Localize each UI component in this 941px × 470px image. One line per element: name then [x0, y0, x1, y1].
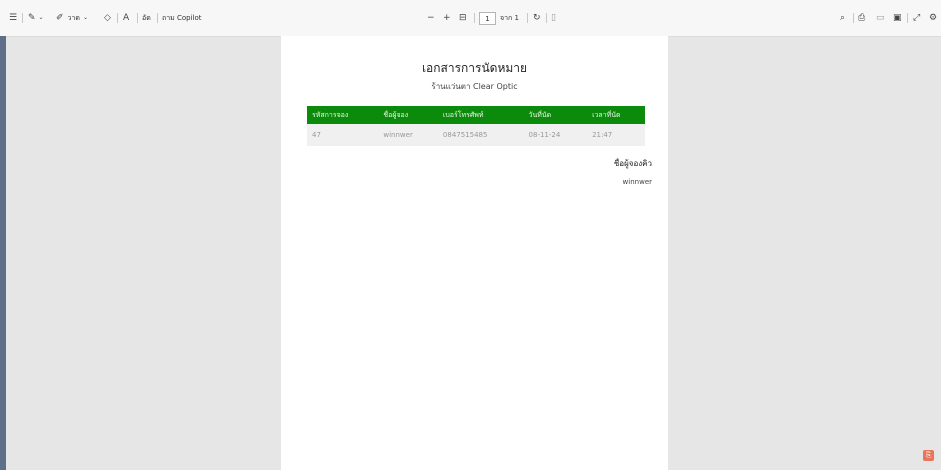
settings-button[interactable]: ⚙	[929, 0, 937, 36]
erase-button[interactable]: ◇	[104, 0, 111, 36]
table-header-row: รหัสการจอง ชื่อผู้จอง เบอร์โทรศัพท์ วันท…	[307, 106, 645, 124]
cell-phone: 0847515485	[437, 124, 524, 146]
cell-date: 08-11-24	[523, 124, 588, 146]
queue-name: winnwer	[622, 178, 652, 186]
document-title: เอกสารการนัดหมาย	[421, 61, 528, 75]
page-total: จาก 1	[500, 13, 519, 22]
zoom-in-button[interactable]: +	[443, 0, 451, 36]
fit-page-button[interactable]: ⊟	[459, 0, 467, 36]
save-button[interactable]: ▭	[876, 0, 885, 36]
print-icon: ⎙	[858, 12, 866, 23]
contents-button[interactable]: ☰	[9, 0, 17, 36]
cell-time: 21:47	[587, 124, 645, 146]
rotate-button[interactable]: ↻	[533, 0, 541, 36]
fullscreen-button[interactable]: ⤢	[913, 0, 920, 36]
draw-button[interactable]: ✎ ⌄	[28, 0, 44, 36]
read-aloud-button[interactable]: A	[123, 0, 129, 36]
toolbar-divider	[853, 13, 854, 23]
page-view-icon: ▯	[551, 12, 556, 23]
save-as-button[interactable]: ▣	[893, 0, 902, 36]
highlight-icon: ✐	[56, 12, 64, 23]
copilot-button[interactable]: ถาม Copilot	[162, 0, 202, 36]
toolbar-divider	[474, 13, 475, 23]
translate-label: อัด	[142, 13, 151, 22]
save-as-icon: ▣	[893, 12, 902, 23]
toolbar-divider	[137, 13, 138, 23]
toolbar-divider	[527, 13, 528, 23]
rotate-icon: ↻	[533, 12, 541, 23]
draw-icon: ✎	[28, 12, 36, 23]
document-subtitle: ร้านแว่นตา Clear Optic	[431, 82, 518, 91]
print-button[interactable]: ⎙	[858, 0, 865, 36]
draw-label: วาด	[67, 13, 80, 22]
column-header-name: ชื่อผู้จอง	[378, 106, 438, 124]
highlight-button[interactable]: ✐ วาด ⌄	[56, 0, 88, 36]
cell-name: winnwer	[378, 124, 438, 146]
toolbar-divider	[117, 13, 118, 23]
fit-page-icon: ⊟	[459, 12, 467, 23]
read-aloud-icon: A	[123, 12, 130, 23]
eraser-icon: ◇	[104, 12, 111, 23]
settings-icon: ⚙	[929, 12, 938, 23]
copilot-label: ถาม Copilot	[162, 13, 202, 22]
zoom-out-button[interactable]: −	[427, 0, 435, 36]
translate-button[interactable]: อัด	[142, 0, 151, 36]
column-header-booking-id: รหัสการจอง	[307, 106, 379, 124]
search-button[interactable]: ⌕	[840, 0, 845, 36]
fullscreen-icon: ⤢	[913, 12, 921, 23]
column-header-date: วันที่นัด	[523, 106, 588, 124]
booking-table: รหัสการจอง ชื่อผู้จอง เบอร์โทรศัพท์ วันท…	[307, 106, 645, 146]
search-icon: ⌕	[840, 12, 846, 23]
save-icon: ▭	[876, 12, 885, 23]
column-header-time: เวลาที่นัด	[587, 106, 645, 124]
column-header-phone: เบอร์โทรศัพท์	[437, 106, 524, 124]
toolbar-divider	[157, 13, 158, 23]
chevron-down-icon: ⌄	[82, 14, 88, 21]
chevron-down-icon: ⌄	[38, 14, 44, 21]
pdf-toolbar: ☰ ✎ ⌄ ✐ วาด ⌄ ◇ A อัด ถาม Copilot − + ⊟ 1 จ…	[0, 0, 941, 37]
pdf-icon[interactable]: ⎘	[923, 450, 934, 461]
page-view-button[interactable]: ▯	[551, 0, 556, 36]
left-edge-strip	[0, 36, 6, 470]
toolbar-divider	[546, 13, 547, 23]
pdf-page: เอกสารการนัดหมาย ร้านแว่นตา Clear Optic …	[281, 36, 668, 470]
cell-booking-id: 47	[307, 124, 379, 146]
table-row: 47 winnwer 0847515485 08-11-24 21:47	[307, 124, 645, 146]
contents-list-icon: ☰	[9, 12, 18, 23]
toolbar-divider	[907, 13, 908, 23]
toolbar-divider	[22, 13, 23, 23]
queue-label: ชื่อผู้จองคิว	[613, 159, 652, 168]
page-number-input[interactable]: 1	[479, 12, 496, 25]
